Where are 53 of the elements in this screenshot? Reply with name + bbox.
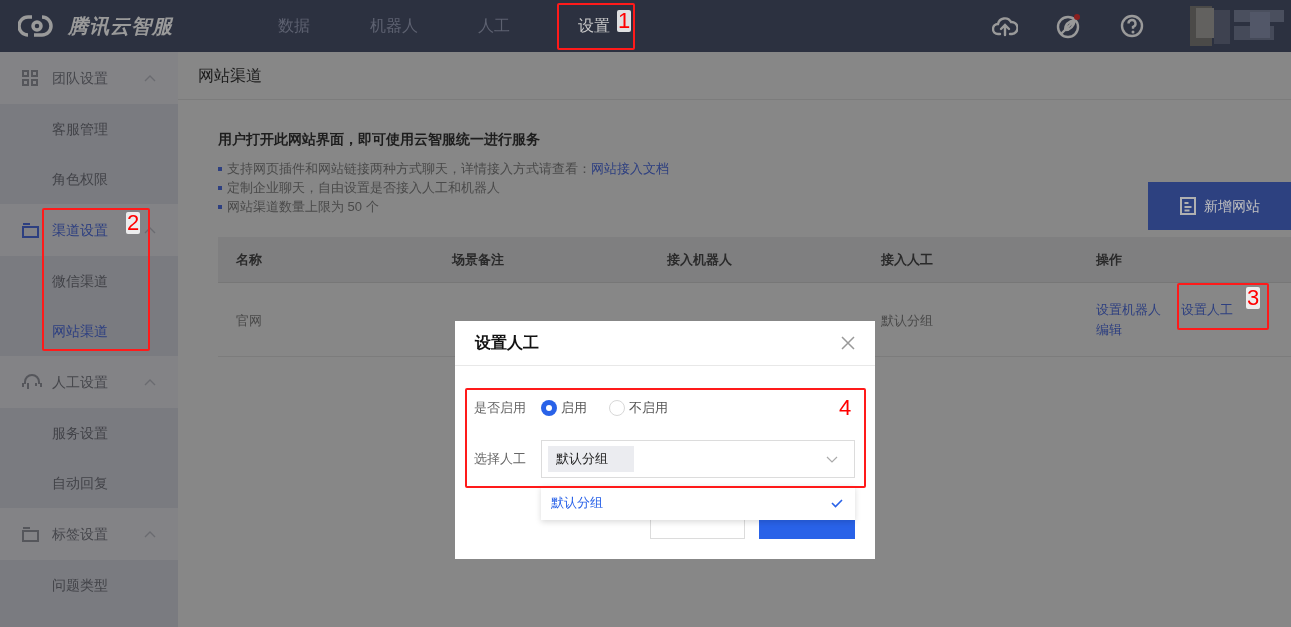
- radio-icon[interactable]: [609, 400, 625, 416]
- folder-icon: [22, 526, 39, 542]
- cloud-upload-icon[interactable]: [992, 15, 1018, 37]
- chevron-up-icon: [144, 530, 156, 538]
- dialog-title: 设置人工: [475, 333, 539, 353]
- sidebar-group[interactable]: 人工设置: [0, 356, 178, 408]
- sidebar-item[interactable]: 微信渠道: [0, 256, 178, 306]
- close-icon[interactable]: [841, 336, 855, 350]
- dropdown-option[interactable]: 默认分组: [541, 486, 855, 520]
- bullet-text: 网站渠道数量上限为 50 个: [227, 197, 379, 216]
- chevron-up-icon: [144, 74, 156, 82]
- radio-icon[interactable]: [541, 400, 557, 416]
- compass-icon[interactable]: [1056, 13, 1082, 39]
- field-label: 是否启用: [474, 399, 527, 418]
- folder-icon: [22, 222, 39, 238]
- page-title: 网站渠道: [198, 65, 262, 86]
- column-header: 场景备注: [452, 250, 504, 269]
- bullet-icon: [218, 204, 222, 209]
- nav-tab[interactable]: 设置: [578, 14, 610, 38]
- intro-heading: 用户打开此网站界面，即可使用云智服统一进行服务: [218, 130, 541, 149]
- column-header: 接入人工: [881, 250, 933, 269]
- select-field[interactable]: 默认分组: [541, 440, 855, 478]
- sidebar-group[interactable]: 标签设置: [0, 508, 178, 560]
- field-label: 选择人工: [474, 450, 527, 469]
- grid-icon: [22, 70, 38, 86]
- table-cell: 默认分组: [881, 312, 933, 328]
- radio-option[interactable]: 不启用: [609, 398, 668, 418]
- table-cell: 官网: [236, 312, 262, 328]
- headset-icon: [22, 373, 42, 391]
- action-link[interactable]: 设置人工: [1181, 300, 1233, 320]
- bullet-icon: [218, 166, 222, 171]
- doc-link[interactable]: 网站接入文档: [591, 160, 669, 176]
- annotation-number: 3: [1246, 287, 1261, 309]
- selected-tag: 默认分组: [548, 446, 634, 472]
- logo-text: 腾讯云智服: [68, 14, 173, 39]
- bullet-icon: [218, 185, 222, 190]
- document-icon: [1179, 197, 1196, 215]
- check-icon: [831, 498, 843, 508]
- annotation-number: 2: [126, 212, 141, 234]
- column-header: 操作: [1096, 250, 1122, 269]
- column-header: 名称: [236, 250, 262, 269]
- radio-option[interactable]: 启用: [541, 398, 587, 418]
- sidebar-item[interactable]: 网站渠道: [0, 306, 178, 356]
- add-website-button[interactable]: 新增网站: [1148, 182, 1291, 230]
- action-link[interactable]: 设置机器人: [1096, 300, 1161, 320]
- chevron-down-icon: [826, 455, 838, 463]
- sidebar-group[interactable]: 团队设置: [0, 52, 178, 104]
- action-link[interactable]: 编辑: [1096, 319, 1122, 339]
- help-icon[interactable]: [1120, 14, 1144, 38]
- chevron-up-icon: [144, 378, 156, 386]
- column-header: 接入机器人: [667, 250, 732, 269]
- chevron-up-icon: [144, 226, 156, 234]
- annotation-number: 1: [617, 10, 632, 32]
